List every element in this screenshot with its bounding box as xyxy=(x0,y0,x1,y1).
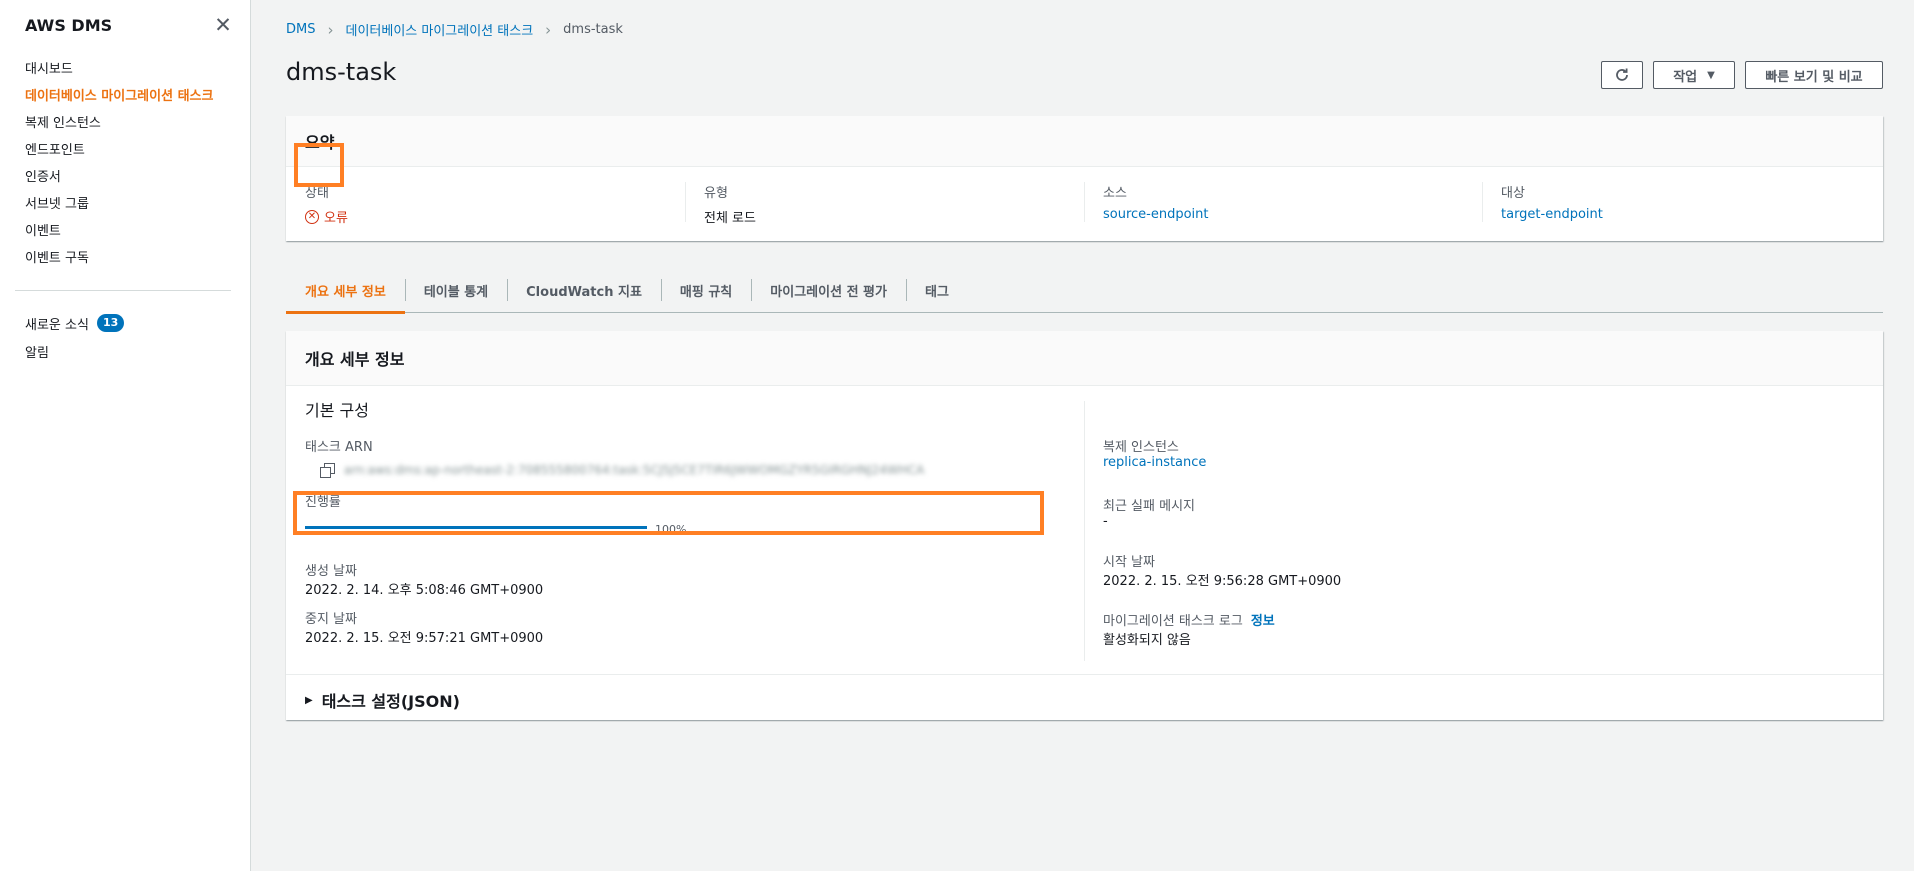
sidebar-item-migration-tasks[interactable]: 데이터베이스 마이그레이션 태스크 xyxy=(25,85,213,112)
source-label: 소스 xyxy=(1103,186,1127,201)
error-icon: ✕ xyxy=(305,209,319,224)
sidebar-item-endpoints[interactable]: 엔드포인트 xyxy=(25,139,213,166)
sidebar: AWS DMS ✕ 대시보드 데이터베이스 마이그레이션 태스크 복제 인스턴스… xyxy=(0,0,251,871)
task-arn-value: arn:aws:dms:ap-northeast-2:708555800764:… xyxy=(344,463,925,477)
actions-dropdown-button[interactable]: 작업 ▼ xyxy=(1653,61,1735,89)
start-date-label: 시작 날짜 xyxy=(1103,555,1155,570)
stopped-date-label: 중지 날짜 xyxy=(305,612,357,627)
actions-label: 작업 xyxy=(1673,69,1698,85)
refresh-icon xyxy=(1616,68,1628,81)
refresh-button[interactable] xyxy=(1601,61,1643,89)
stopped-date-value: 2022. 2. 15. 오전 9:57:21 GMT+0900 xyxy=(305,631,544,646)
task-arn-label: 태스크 ARN xyxy=(305,440,373,455)
sidebar-item-notifications[interactable]: 알림 xyxy=(25,342,124,370)
task-log-label: 마이그레이션 태스크 로그 xyxy=(1103,614,1243,629)
details-heading: 개요 세부 정보 xyxy=(286,331,1883,386)
sidebar-item-label: 새로운 소식 xyxy=(25,318,89,333)
start-date-value: 2022. 2. 15. 오전 9:56:28 GMT+0900 xyxy=(1103,574,1342,589)
task-log-value: 활성화되지 않음 xyxy=(1103,633,1191,648)
last-failure-value: - xyxy=(1103,514,1108,529)
tab-premigration-assessment[interactable]: 마이그레이션 전 평가 xyxy=(751,267,906,313)
summary-panel: 요약 상태 ✕ 오류 유형 전체 로드 소스 source-endpoint 대… xyxy=(286,116,1883,241)
whats-new-count-badge: 13 xyxy=(96,314,125,332)
source-endpoint-link[interactable]: source-endpoint xyxy=(1103,207,1209,222)
breadcrumb: DMS › 데이터베이스 마이그레이션 태스크 › dms-task xyxy=(286,20,623,40)
progress-highlight-box xyxy=(293,491,1044,535)
tab-table-statistics[interactable]: 테이블 통계 xyxy=(404,267,507,313)
status-text: 오류 xyxy=(324,211,348,226)
summary-source: 소스 source-endpoint xyxy=(1103,182,1209,222)
task-settings-expander[interactable]: ▶ 태스크 설정(JSON) xyxy=(305,688,460,712)
breadcrumb-dms[interactable]: DMS xyxy=(286,22,315,37)
replication-instance-label: 복제 인스턴스 xyxy=(1103,440,1179,455)
sidebar-nav: 대시보드 데이터베이스 마이그레이션 태스크 복제 인스턴스 엔드포인트 인증서… xyxy=(25,58,213,274)
status-value: ✕ 오류 xyxy=(305,207,348,226)
sidebar-title: AWS DMS xyxy=(25,16,113,35)
column-divider xyxy=(1084,401,1085,661)
status-highlight-box xyxy=(294,143,344,187)
sidebar-item-replication-instances[interactable]: 복제 인스턴스 xyxy=(25,112,213,139)
caret-down-icon: ▼ xyxy=(1707,69,1715,81)
target-label: 대상 xyxy=(1501,186,1525,201)
task-log-label-row: 마이그레이션 태스크 로그 정보 xyxy=(1103,610,1275,629)
summary-divider xyxy=(685,182,686,222)
tab-tags[interactable]: 태그 xyxy=(905,267,968,313)
basic-config-title: 기본 구성 xyxy=(305,401,369,420)
type-value: 전체 로드 xyxy=(704,211,756,226)
summary-divider xyxy=(1482,182,1483,222)
close-icon[interactable]: ✕ xyxy=(212,14,234,36)
tab-cloudwatch-metrics[interactable]: CloudWatch 지표 xyxy=(507,267,661,313)
sidebar-divider xyxy=(15,290,231,291)
task-arn-row: arn:aws:dms:ap-northeast-2:708555800764:… xyxy=(305,463,925,478)
task-settings-label: 태스크 설정(JSON) xyxy=(321,692,460,711)
sidebar-secondary-nav: 새로운 소식 13 알림 xyxy=(25,314,125,370)
summary-heading: 요약 xyxy=(286,116,1883,167)
sidebar-item-certificates[interactable]: 인증서 xyxy=(25,166,213,193)
summary-target: 대상 target-endpoint xyxy=(1501,182,1603,222)
type-label: 유형 xyxy=(704,186,728,201)
info-link[interactable]: 정보 xyxy=(1251,610,1275,629)
target-endpoint-link[interactable]: target-endpoint xyxy=(1501,207,1603,222)
sidebar-item-whats-new[interactable]: 새로운 소식 13 xyxy=(25,314,125,342)
copy-icon[interactable] xyxy=(320,463,335,478)
section-divider xyxy=(286,674,1883,675)
tab-overview-details[interactable]: 개요 세부 정보 xyxy=(286,267,405,314)
chevron-right-icon: › xyxy=(545,20,552,39)
app-root: AWS DMS ✕ 대시보드 데이터베이스 마이그레이션 태스크 복제 인스턴스… xyxy=(0,0,1914,871)
summary-divider xyxy=(1084,182,1085,222)
sidebar-item-subnet-groups[interactable]: 서브넷 그룹 xyxy=(25,193,213,220)
chevron-right-icon: › xyxy=(327,20,334,39)
sidebar-item-event-subscriptions[interactable]: 이벤트 구독 xyxy=(25,247,213,274)
last-failure-label: 최근 실패 메시지 xyxy=(1103,499,1195,514)
quick-view-compare-button[interactable]: 빠른 보기 및 비교 xyxy=(1745,61,1883,89)
tab-mapping-rules[interactable]: 매핑 규칙 xyxy=(660,267,751,313)
summary-type: 유형 전체 로드 xyxy=(704,182,756,226)
created-date-label: 생성 날짜 xyxy=(305,564,357,579)
breadcrumb-migration-tasks[interactable]: 데이터베이스 마이그레이션 태스크 xyxy=(345,20,533,39)
created-date-value: 2022. 2. 14. 오후 5:08:46 GMT+0900 xyxy=(305,583,544,598)
overview-details-panel: 개요 세부 정보 기본 구성 태스크 ARN arn:aws:dms:ap-no… xyxy=(286,331,1883,720)
page-title: dms-task xyxy=(286,58,397,86)
summary-status: 상태 ✕ 오류 xyxy=(305,182,348,226)
caret-right-icon: ▶ xyxy=(305,694,313,706)
breadcrumb-current: dms-task xyxy=(563,22,623,37)
tab-bar: 개요 세부 정보 테이블 통계 CloudWatch 지표 매핑 규칙 마이그레… xyxy=(286,267,1883,314)
sidebar-item-dashboard[interactable]: 대시보드 xyxy=(25,58,213,85)
sidebar-item-events[interactable]: 이벤트 xyxy=(25,220,213,247)
replication-instance-link[interactable]: replica-instance xyxy=(1103,455,1206,470)
